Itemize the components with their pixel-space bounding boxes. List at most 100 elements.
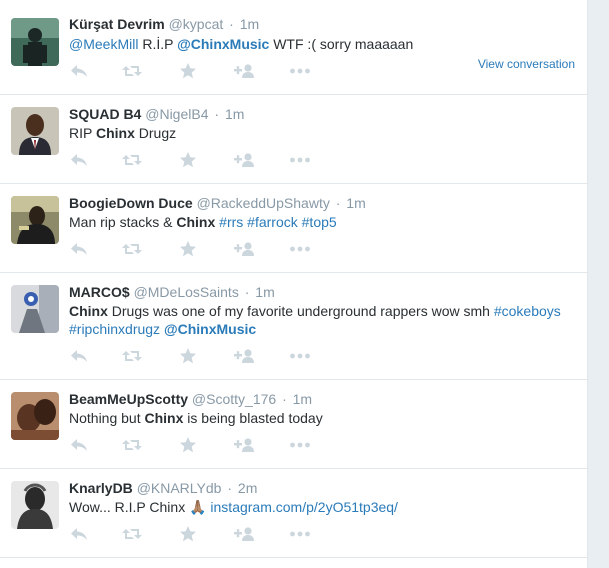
reply-icon[interactable]: [69, 525, 91, 543]
text-fragment: Drugs was one of my favorite underground…: [107, 303, 494, 319]
separator: ·: [214, 106, 220, 122]
tweet-text: Man rip stacks & Chinx #rrs #farrock #to…: [69, 213, 579, 231]
tweet-timestamp[interactable]: 1m: [225, 106, 244, 122]
tweet-fullname[interactable]: BeamMeUpScotty: [69, 391, 188, 407]
tweet-timestamp[interactable]: 1m: [346, 195, 365, 211]
tweet-actions: [69, 240, 329, 258]
hashtag-link[interactable]: #top5: [302, 214, 337, 230]
separator: ·: [244, 284, 250, 300]
tweet-item[interactable]: KnarlyDB @KNARLYdb · 2m Wow... R.I.P Chi…: [0, 469, 587, 558]
more-icon[interactable]: [289, 62, 311, 80]
avatar[interactable]: [11, 481, 59, 529]
tweet-fullname[interactable]: Kürşat Devrim: [69, 16, 165, 32]
view-conversation-link[interactable]: View conversation: [478, 57, 575, 71]
highlighted-term: Chinx: [95, 125, 135, 141]
highlighted-term: Chinx: [69, 303, 108, 319]
reply-icon[interactable]: [69, 436, 91, 454]
text-fragment: is being blasted today: [183, 410, 323, 426]
more-icon[interactable]: [289, 436, 311, 454]
tweet-item[interactable]: SQUAD B4 @NigelB4 · 1m RIP Chinx Drugz: [0, 95, 587, 184]
tweet-username[interactable]: @RackeddUpShawty: [197, 195, 330, 211]
favorite-icon[interactable]: [179, 240, 201, 258]
tweet-timestamp[interactable]: 2m: [238, 480, 257, 496]
retweet-icon[interactable]: [121, 62, 143, 80]
tweet-item[interactable]: MARCO$ @MDeLosSaints · 1m Chinx Drugs wa…: [0, 273, 587, 380]
text-fragment: Man rip stacks &: [69, 214, 177, 230]
retweet-icon[interactable]: [121, 436, 143, 454]
tweet-username[interactable]: @MDeLosSaints: [134, 284, 239, 300]
reply-icon[interactable]: [69, 240, 91, 258]
mention-link[interactable]: @ChinxMusic: [177, 36, 269, 52]
reply-icon[interactable]: [69, 347, 91, 365]
tweet-fullname[interactable]: KnarlyDB: [69, 480, 133, 496]
tweet-item[interactable]: Kürşat Devrim @kypcat · 1m @MeekMill R.İ…: [0, 0, 587, 95]
follow-icon[interactable]: [233, 525, 255, 543]
tweet-timestamp[interactable]: 1m: [255, 284, 274, 300]
reply-icon[interactable]: [69, 151, 91, 169]
tweet-username[interactable]: @KNARLYdb: [137, 480, 222, 496]
text-fragment: WTF :( sorry maaaaan: [269, 36, 414, 52]
avatar[interactable]: [11, 392, 59, 440]
retweet-icon[interactable]: [121, 525, 143, 543]
tweet-header: Kürşat Devrim @kypcat · 1m: [69, 15, 259, 33]
tweet-stream: Kürşat Devrim @kypcat · 1m @MeekMill R.İ…: [0, 0, 588, 568]
separator: ·: [227, 480, 233, 496]
text-fragment: R.İ.P: [138, 36, 178, 52]
tweet-username[interactable]: @kypcat: [169, 16, 224, 32]
follow-icon[interactable]: [233, 151, 255, 169]
mention-link[interactable]: @MeekMill: [69, 36, 138, 52]
tweet-header: KnarlyDB @KNARLYdb · 2m: [69, 479, 257, 497]
favorite-icon[interactable]: [179, 525, 201, 543]
tweet-text: Nothing but Chinx is being blasted today: [69, 409, 579, 427]
follow-icon[interactable]: [233, 62, 255, 80]
tweet-timestamp[interactable]: 1m: [240, 16, 259, 32]
reply-icon[interactable]: [69, 62, 91, 80]
favorite-icon[interactable]: [179, 436, 201, 454]
avatar[interactable]: [11, 18, 59, 66]
tweet-actions: [69, 151, 329, 169]
favorite-icon[interactable]: [179, 347, 201, 365]
tweet-header: SQUAD B4 @NigelB4 · 1m: [69, 105, 244, 123]
follow-icon[interactable]: [233, 347, 255, 365]
favorite-icon[interactable]: [179, 151, 201, 169]
tweet-fullname[interactable]: MARCO$: [69, 284, 130, 300]
retweet-icon[interactable]: [121, 347, 143, 365]
avatar[interactable]: [11, 196, 59, 244]
highlighted-term: Chinx: [176, 214, 216, 230]
tweet-header: MARCO$ @MDeLosSaints · 1m: [69, 283, 275, 301]
more-icon[interactable]: [289, 347, 311, 365]
tweet-text: Wow... R.I.P Chinx 🙏🏽 instagram.com/p/2y…: [69, 498, 579, 516]
tweet-header: BeamMeUpScotty @Scotty_176 · 1m: [69, 390, 312, 408]
tweet-timestamp[interactable]: 1m: [293, 391, 312, 407]
text-fragment: Drugz: [134, 125, 177, 141]
separator: ·: [335, 195, 341, 211]
retweet-icon[interactable]: [121, 151, 143, 169]
more-icon[interactable]: [289, 151, 311, 169]
tweet-actions: [69, 436, 329, 454]
tweet-fullname[interactable]: BoogieDown Duce: [69, 195, 193, 211]
avatar[interactable]: [11, 285, 59, 333]
more-icon[interactable]: [289, 525, 311, 543]
follow-icon[interactable]: [233, 436, 255, 454]
hashtag-link[interactable]: #farrock: [247, 214, 298, 230]
text-fragment: RIP: [69, 125, 96, 141]
tweet-item[interactable]: BeamMeUpScotty @Scotty_176 · 1m Nothing …: [0, 380, 587, 469]
follow-icon[interactable]: [233, 240, 255, 258]
tweet-username[interactable]: @NigelB4: [145, 106, 208, 122]
tweet-text: @MeekMill R.İ.P @ChinxMusic WTF :( sorry…: [69, 35, 579, 53]
favorite-icon[interactable]: [179, 62, 201, 80]
tweet-actions: [69, 62, 329, 80]
tweet-fullname[interactable]: SQUAD B4: [69, 106, 141, 122]
hashtag-link[interactable]: #cokeboys: [494, 303, 561, 319]
tweet-username[interactable]: @Scotty_176: [192, 391, 276, 407]
hashtag-link[interactable]: #ripchinxdrugz: [69, 321, 160, 337]
url-link[interactable]: instagram.com/p/2yO51tp3eq/: [210, 499, 398, 515]
tweet-item[interactable]: BoogieDown Duce @RackeddUpShawty · 1m Ma…: [0, 184, 587, 273]
tweet-header: BoogieDown Duce @RackeddUpShawty · 1m: [69, 194, 366, 212]
hashtag-link[interactable]: #rrs: [219, 214, 243, 230]
avatar[interactable]: [11, 107, 59, 155]
mention-link[interactable]: @ChinxMusic: [164, 321, 256, 337]
more-icon[interactable]: [289, 240, 311, 258]
tweet-actions: [69, 347, 329, 365]
retweet-icon[interactable]: [121, 240, 143, 258]
